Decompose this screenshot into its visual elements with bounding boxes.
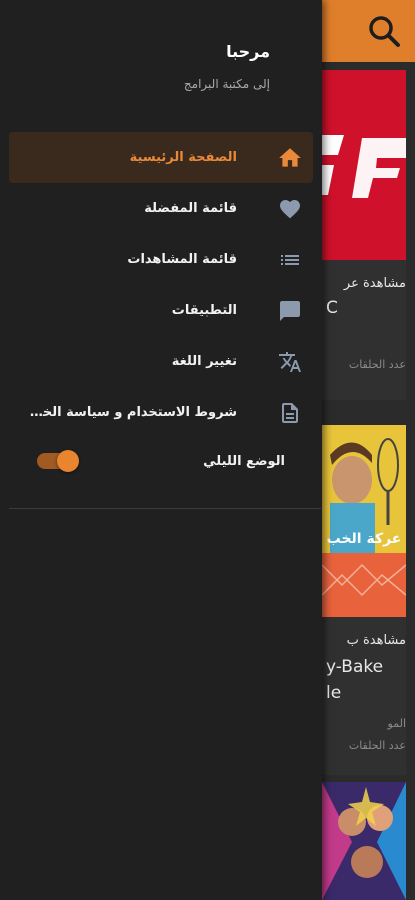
card-title-line: y-Bake (326, 657, 384, 677)
menu-item-label: الصفحة الرئيسية (129, 150, 237, 165)
drawer-header: مرحبا إلى مكتبة البرامج (184, 42, 270, 91)
menu-item-apps[interactable]: التطبيقات (9, 285, 313, 336)
card-title-line: مشاهدة ب (346, 633, 406, 648)
list-icon (277, 247, 303, 273)
card-title-line: مشاهدة عر (343, 276, 406, 291)
card-meta: عدد الحلقات (348, 358, 406, 371)
show-card[interactable]: مشاهدة عر C عدد الحلقات (322, 70, 406, 400)
menu-item-label: التطبيقات (171, 303, 237, 318)
menu-item-label: قائمة المفضلة (144, 201, 237, 216)
menu-item-home[interactable]: الصفحة الرئيسية (9, 132, 313, 183)
translate-icon (277, 349, 303, 375)
night-mode-row: الوضع الليلي (9, 436, 313, 487)
show-card[interactable]: عركة الخب مشاهدة ب y-Bake le المو عدد ال… (322, 425, 406, 775)
card-title-line: le (326, 683, 342, 703)
menu-item-label: قائمة المشاهدات (127, 252, 237, 267)
menu-item-watchlist[interactable]: قائمة المشاهدات (9, 234, 313, 285)
show-poster (322, 782, 406, 900)
night-mode-toggle[interactable] (37, 450, 79, 472)
toggle-knob (57, 450, 79, 472)
show-poster (322, 70, 406, 260)
menu-item-label: شروط الاستخدام و سياسة الخصو... (27, 405, 237, 420)
menu-item-label: تغيير اللغة (171, 354, 237, 369)
menu-item-language[interactable]: تغيير اللغة (9, 336, 313, 387)
drawer-subtitle: إلى مكتبة البرامج (183, 77, 270, 91)
drawer-menu: الصفحة الرئيسية قائمة المفضلة قائمة المش… (9, 132, 313, 438)
search-icon[interactable] (365, 12, 403, 50)
svg-text:عركة الخب: عركة الخب (327, 531, 402, 547)
menu-item-favorites[interactable]: قائمة المفضلة (9, 183, 313, 234)
card-meta: المو (387, 717, 406, 730)
night-mode-label: الوضع الليلي (203, 454, 285, 469)
card-meta: عدد الحلقات (348, 739, 406, 752)
show-card[interactable] (322, 782, 406, 900)
document-icon (277, 400, 303, 426)
drawer-title: مرحبا (226, 42, 270, 61)
navigation-drawer: مرحبا إلى مكتبة البرامج الصفحة الرئيسية … (0, 0, 322, 900)
home-icon (277, 145, 303, 171)
drawer-divider (9, 508, 321, 509)
heart-icon (277, 196, 303, 222)
menu-item-terms-privacy[interactable]: شروط الاستخدام و سياسة الخصو... (9, 387, 313, 438)
chat-bubble-icon (277, 298, 303, 324)
card-title-line: C (326, 298, 338, 318)
show-poster: عركة الخب (322, 425, 406, 617)
